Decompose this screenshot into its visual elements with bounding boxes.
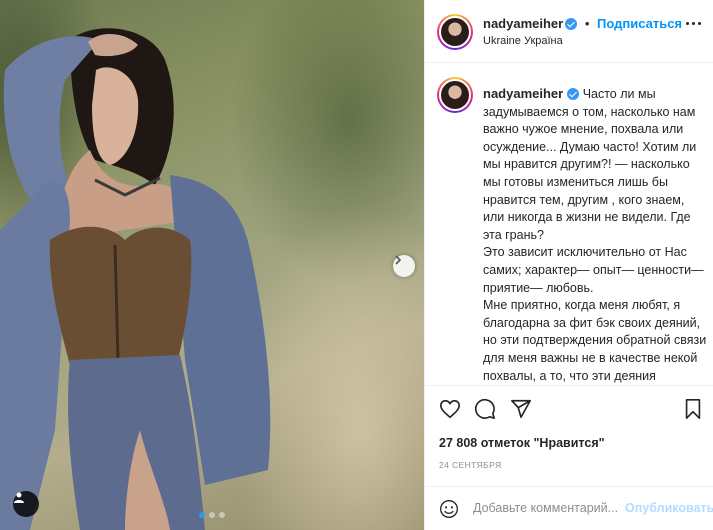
post-header: nadyameiher • Подписаться Ukraine Україн… xyxy=(425,0,713,63)
more-icon xyxy=(692,22,695,25)
verified-icon xyxy=(565,18,578,30)
comment-icon[interactable] xyxy=(474,398,496,420)
header-user-line: nadyameiher • Подписаться xyxy=(483,16,682,31)
user-tag-button[interactable] xyxy=(13,491,39,517)
avatar[interactable] xyxy=(437,77,473,113)
carousel-indicator xyxy=(199,512,225,518)
chevron-right-icon xyxy=(395,255,402,265)
verified-icon xyxy=(567,88,580,100)
comment-input[interactable] xyxy=(473,497,623,519)
separator: • xyxy=(584,16,590,31)
comment-bar: Опубликовать xyxy=(425,486,713,530)
more-icon xyxy=(686,22,689,25)
next-slide-button[interactable] xyxy=(393,255,415,277)
post-date[interactable]: 24 сентября xyxy=(439,460,502,470)
user-tag-icon xyxy=(14,492,24,503)
bookmark-icon[interactable] xyxy=(682,398,704,420)
carousel-dot xyxy=(219,512,225,518)
share-icon[interactable] xyxy=(510,398,532,420)
post-photo[interactable] xyxy=(0,0,424,530)
carousel-dot xyxy=(209,512,215,518)
carousel-dot-active xyxy=(199,512,205,518)
photo-figure xyxy=(0,28,271,530)
caption-body: nadyameiher Часто ли мы задумываемся о т… xyxy=(483,85,707,385)
caption-text: Часто ли мы задумываемся о том, наскольк… xyxy=(483,87,707,383)
post-details-pane: nadyameiher • Подписаться Ukraine Україн… xyxy=(424,0,713,530)
location-link[interactable]: Ukraine Україна xyxy=(483,35,563,47)
emoji-icon[interactable] xyxy=(439,499,459,519)
avatar[interactable] xyxy=(437,14,473,50)
likes-count[interactable]: 27 808 отметок "Нравится" xyxy=(439,436,605,450)
avatar-image xyxy=(439,79,471,111)
more-icon xyxy=(698,22,701,25)
username-link[interactable]: nadyameiher xyxy=(483,16,563,31)
publish-button[interactable]: Опубликовать xyxy=(625,501,713,515)
caption-username[interactable]: nadyameiher xyxy=(483,86,563,101)
caption-section: nadyameiher Часто ли мы задумываемся о т… xyxy=(425,63,713,385)
avatar-image xyxy=(439,16,471,48)
follow-button[interactable]: Подписаться xyxy=(597,16,682,31)
action-bar xyxy=(425,385,713,431)
more-options-button[interactable] xyxy=(686,22,701,25)
heart-icon[interactable] xyxy=(439,398,461,420)
